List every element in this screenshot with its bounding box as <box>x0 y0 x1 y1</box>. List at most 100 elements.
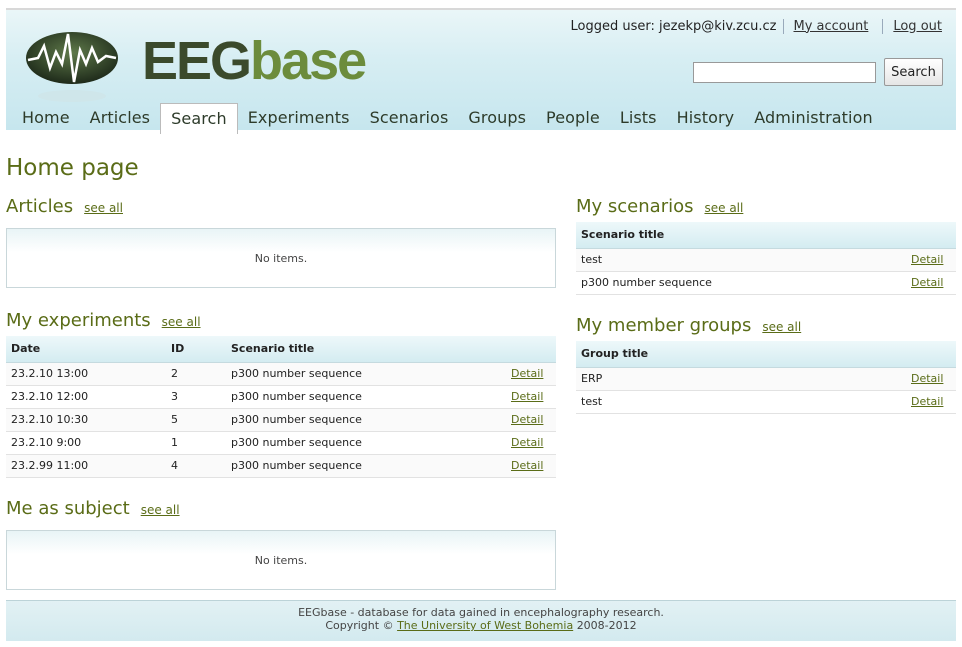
header: EEGbase Logged user: jezekp@kiv.zcu.cz M… <box>6 8 956 134</box>
scenarios-table: Scenario title test Detail p300 number seq… <box>576 222 956 295</box>
logout-link[interactable]: Log out <box>893 19 942 34</box>
nav-item-search[interactable]: Search <box>160 103 238 134</box>
logo-text-eeg: EEG <box>142 31 252 91</box>
cell-id: 3 <box>166 385 226 409</box>
cell-action: Detail <box>906 248 956 272</box>
cell-action: Detail <box>906 367 956 391</box>
detail-link[interactable]: Detail <box>911 395 943 408</box>
column-header-id: ID <box>166 336 226 363</box>
cell-action: Detail <box>906 271 956 295</box>
groups-see-all-link[interactable]: see all <box>762 320 801 334</box>
experiments-title: My experiments <box>6 310 151 331</box>
subject-see-all-link[interactable]: see all <box>141 503 180 517</box>
nav-item-home[interactable]: Home <box>12 103 80 132</box>
table-row: 23.2.99 11:00 4 p300 number sequence Detail <box>6 454 556 478</box>
cell-action: Detail <box>506 408 556 432</box>
experiments-see-all-link[interactable]: see all <box>162 315 201 329</box>
detail-link[interactable]: Detail <box>511 413 543 426</box>
groups-table: Group title ERP Detail test Detail <box>576 341 956 414</box>
subject-empty-text: No items. <box>254 553 308 567</box>
cell-date: 23.2.10 12:00 <box>6 385 166 409</box>
cell-id: 4 <box>166 454 226 478</box>
detail-link[interactable]: Detail <box>911 253 943 266</box>
cell-date: 23.2.99 11:00 <box>6 454 166 478</box>
detail-link[interactable]: Detail <box>511 436 543 449</box>
cell-action: Detail <box>506 385 556 409</box>
table-row: 23.2.10 10:30 5 p300 number sequence Detail <box>6 408 556 432</box>
search-button[interactable]: Search <box>884 58 943 86</box>
footer-copyright: Copyright © The University of West Bohem… <box>6 619 956 637</box>
nav-item-groups[interactable]: Groups <box>458 103 536 132</box>
detail-link[interactable]: Detail <box>911 276 943 289</box>
table-row: 23.2.10 12:00 3 p300 number sequence Detail <box>6 385 556 409</box>
search-input[interactable] <box>693 62 876 83</box>
nav-item-scenarios[interactable]: Scenarios <box>360 103 459 132</box>
table-row: 23.2.10 13:00 2 p300 number sequence Detail <box>6 362 556 386</box>
cell-id: 2 <box>166 362 226 386</box>
column-header-scenario-title: Scenario title <box>226 336 506 363</box>
cell-scenario-title: p300 number sequence <box>226 408 506 432</box>
articles-header: Articles see all <box>6 196 123 217</box>
column-header-group-title: Group title <box>576 341 906 368</box>
subject-title: Me as subject <box>6 498 130 519</box>
cell-action: Detail <box>906 390 956 414</box>
nav-item-experiments[interactable]: Experiments <box>238 103 360 132</box>
nav-item-people[interactable]: People <box>536 103 610 132</box>
subject-empty-box: No items. <box>6 530 556 590</box>
scenarios-see-all-link[interactable]: see all <box>704 201 743 215</box>
cell-date: 23.2.10 9:00 <box>6 431 166 455</box>
footer: EEGbase - database for data gained in en… <box>6 600 956 641</box>
user-bar: Logged user: jezekp@kiv.zcu.cz My accoun… <box>571 16 942 36</box>
cell-scenario-title: p300 number sequence <box>226 431 506 455</box>
nav-item-administration[interactable]: Administration <box>744 103 882 132</box>
nav-item-articles[interactable]: Articles <box>80 103 160 132</box>
cell-title: test <box>576 390 906 414</box>
articles-empty-text: No items. <box>254 251 308 265</box>
articles-empty-box: No items. <box>6 228 556 288</box>
table-row: test Detail <box>576 248 956 272</box>
detail-link[interactable]: Detail <box>511 367 543 380</box>
column-header-scenario-title: Scenario title <box>576 222 906 249</box>
cell-scenario-title: p300 number sequence <box>226 454 506 478</box>
scenarios-header: My scenarios see all <box>576 196 743 217</box>
eeg-wave-logo-icon <box>26 32 118 102</box>
cell-scenario-title: p300 number sequence <box>226 362 506 386</box>
cell-id: 1 <box>166 431 226 455</box>
groups-title: My member groups <box>576 315 752 336</box>
nav-item-history[interactable]: History <box>667 103 745 132</box>
scenarios-title: My scenarios <box>576 196 694 217</box>
experiments-header-row: Date ID Scenario title <box>6 336 556 363</box>
table-row: p300 number sequence Detail <box>576 271 956 295</box>
university-link[interactable]: The University of West Bohemia <box>397 619 573 632</box>
table-row: test Detail <box>576 390 956 414</box>
articles-see-all-link[interactable]: see all <box>84 201 123 215</box>
scenarios-header-row: Scenario title <box>576 222 956 249</box>
eegbase-logo[interactable]: EEGbase <box>24 24 367 104</box>
groups-header-row: Group title <box>576 341 956 368</box>
experiments-table: Date ID Scenario title 23.2.10 13:00 2 p30… <box>6 336 556 478</box>
cell-action: Detail <box>506 431 556 455</box>
cell-date: 23.2.10 13:00 <box>6 362 166 386</box>
cell-title: test <box>576 248 906 272</box>
subject-header: Me as subject see all <box>6 498 180 519</box>
table-row: 23.2.10 9:00 1 p300 number sequence Detail <box>6 431 556 455</box>
footer-description: EEGbase - database for data gained in en… <box>298 606 664 619</box>
main-nav: Home Articles Search Experiments Scenarios Gr… <box>12 103 883 134</box>
cell-action: Detail <box>506 362 556 386</box>
logged-user-label: Logged user: jezekp@kiv.zcu.cz <box>571 18 784 34</box>
nav-item-lists[interactable]: Lists <box>610 103 667 132</box>
detail-link[interactable]: Detail <box>511 390 543 403</box>
cell-date: 23.2.10 10:30 <box>6 408 166 432</box>
my-account-link[interactable]: My account <box>794 18 884 34</box>
cell-title: p300 number sequence <box>576 271 906 295</box>
cell-scenario-title: p300 number sequence <box>226 385 506 409</box>
logo-text-base: base <box>250 31 367 91</box>
detail-link[interactable]: Detail <box>511 459 543 472</box>
cell-title: ERP <box>576 367 906 391</box>
table-row: ERP Detail <box>576 367 956 391</box>
column-header-action <box>906 341 956 368</box>
column-header-date: Date <box>6 336 166 363</box>
detail-link[interactable]: Detail <box>911 372 943 385</box>
articles-title: Articles <box>6 196 74 217</box>
cell-action: Detail <box>506 454 556 478</box>
